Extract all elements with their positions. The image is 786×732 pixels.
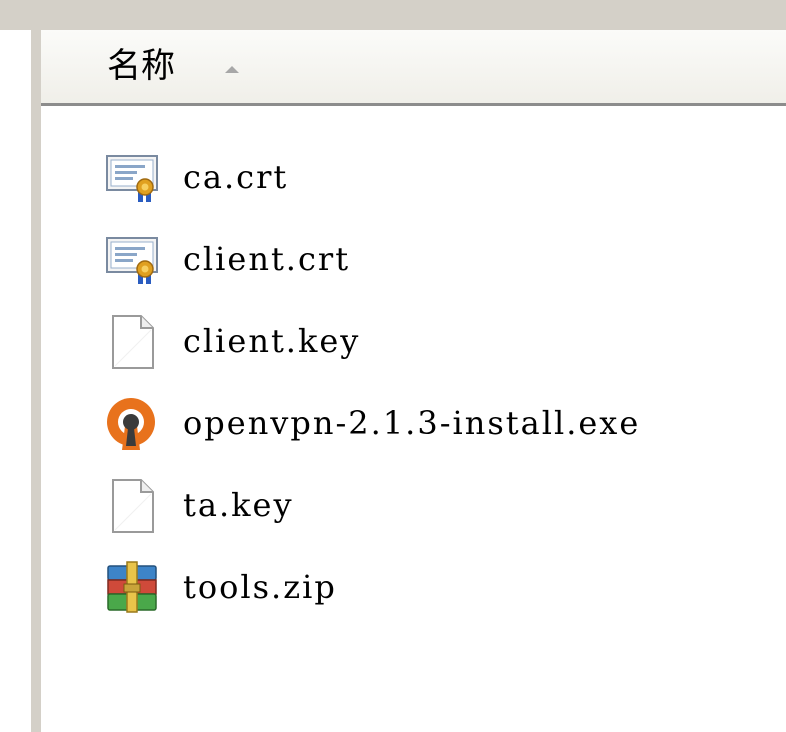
file-list-pane[interactable]: 名称 ca.crt client.crt client.key openvpn-… — [41, 30, 786, 732]
openvpn-icon — [105, 396, 161, 452]
file-name: ca.crt — [183, 158, 289, 196]
pane-splitter[interactable] — [30, 30, 41, 732]
file-name: client.key — [183, 322, 361, 360]
certificate-icon — [105, 232, 161, 288]
file-item[interactable]: tools.zip — [105, 560, 640, 642]
blank-file-icon — [105, 314, 161, 370]
file-item[interactable]: client.crt — [105, 232, 640, 314]
window-top-edge — [0, 0, 786, 30]
sort-ascending-icon — [225, 66, 239, 73]
file-name: tools.zip — [183, 568, 337, 606]
file-item[interactable]: ta.key — [105, 478, 640, 560]
blank-file-icon — [105, 478, 161, 534]
file-name: client.crt — [183, 240, 351, 278]
certificate-icon — [105, 150, 161, 206]
file-list: ca.crt client.crt client.key openvpn-2.1… — [105, 150, 640, 642]
winrar-archive-icon — [105, 560, 161, 616]
column-header-name[interactable]: 名称 — [41, 30, 786, 106]
column-header-label: 名称 — [107, 46, 175, 86]
file-item[interactable]: ca.crt — [105, 150, 640, 232]
navigation-pane[interactable] — [0, 30, 30, 732]
file-name: openvpn-2.1.3-install.exe — [183, 404, 641, 442]
file-item[interactable]: openvpn-2.1.3-install.exe — [105, 396, 640, 478]
file-name: ta.key — [183, 486, 294, 524]
file-item[interactable]: client.key — [105, 314, 640, 396]
